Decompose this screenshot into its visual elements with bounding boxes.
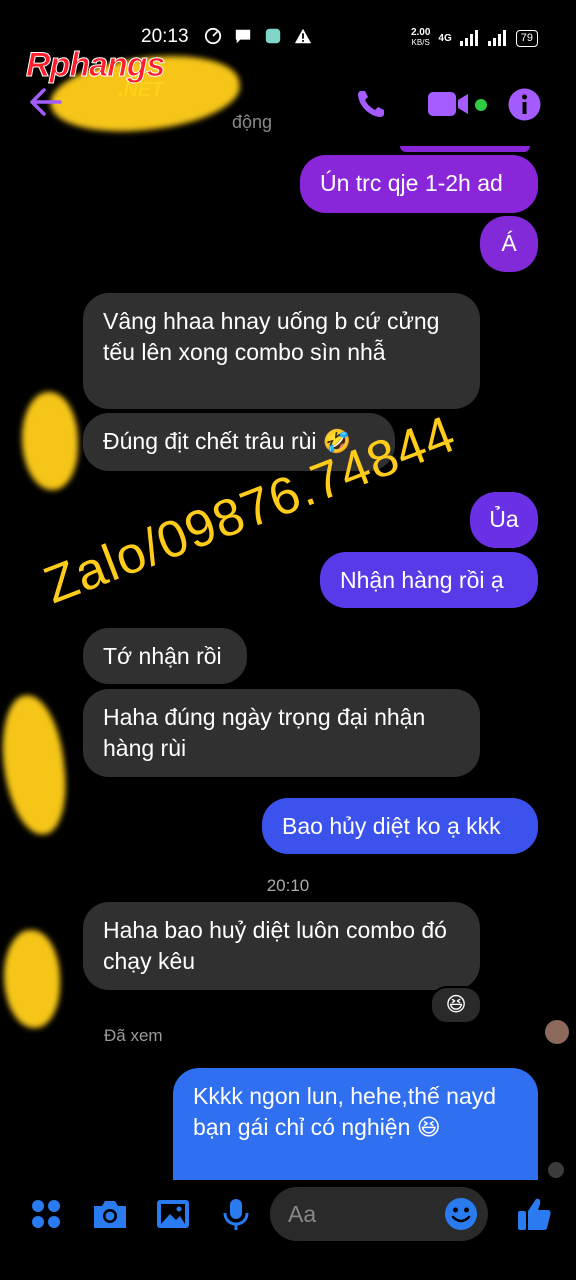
phone-icon[interactable] [355, 88, 387, 120]
emoji-icon[interactable] [444, 1197, 478, 1231]
net-speed-value: 2.00 [410, 27, 431, 38]
message-bubble-out[interactable]: Ủa [470, 492, 538, 548]
message-bubble-in[interactable]: Haha đúng ngày trọng đại nhận hàng rùi [83, 689, 480, 777]
microphone-icon[interactable] [222, 1198, 250, 1232]
chat-header: Rphangs .NET động [0, 45, 576, 143]
avatar-redaction [4, 930, 60, 1028]
menu-dots-icon[interactable] [30, 1198, 62, 1230]
chat-timestamp: 20:10 [266, 876, 310, 895]
message-text: Bao hủy diệt ko ạ kkk [282, 813, 501, 839]
avatar-redaction [0, 692, 72, 838]
message-reaction[interactable]: 😆 [430, 986, 482, 1024]
status-notification-icons [203, 27, 313, 45]
message-bubble-in[interactable]: Vâng hhaa hnay uống b cứ cửng tếu lên xo… [83, 293, 480, 409]
message-bubble-out[interactable]: Nhận hàng rồi ạ [320, 552, 538, 608]
message-bubble-out[interactable]: Bao hủy diệt ko ạ kkk [262, 798, 538, 854]
message-bubble-out[interactable]: Á [480, 216, 538, 272]
thumbs-up-icon[interactable] [516, 1196, 552, 1232]
logo-subtext: .NET [118, 79, 164, 101]
warning-icon [294, 28, 312, 44]
active-status: động [232, 112, 273, 132]
signal-icon [459, 30, 478, 46]
message-bubble-in[interactable]: Tớ nhận rồi [83, 628, 247, 684]
avatar-redaction [22, 392, 78, 490]
sender-avatar [548, 1162, 564, 1178]
message-text: Á [501, 230, 517, 256]
message-icon [235, 29, 251, 44]
seen-status: Đã xem [104, 1026, 163, 1045]
composer-bar: Aa [0, 1180, 576, 1250]
message-text: Nhận hàng rồi ạ [340, 567, 504, 593]
signal-icon-2 [487, 30, 506, 46]
message-bubble-out[interactable]: Kkkk ngon lun, hehe,thế nayd bạn gái chỉ… [173, 1068, 538, 1180]
network-type: 4G [438, 32, 452, 44]
seen-avatar [545, 1020, 569, 1044]
message-text: Haha đúng ngày trọng đại nhận hàng rùi [103, 704, 426, 761]
online-dot [475, 99, 487, 111]
status-right: 2.00 KB/S 4G 79 [411, 28, 538, 48]
back-arrow-icon[interactable] [30, 88, 62, 116]
net-speed: 2.00 KB/S [411, 28, 430, 48]
info-icon[interactable] [508, 88, 541, 121]
message-input[interactable]: Aa [270, 1187, 488, 1241]
message-text: Đúng địt chết trâu rùi 🤣 [103, 428, 352, 454]
message-bubble-out[interactable]: Ún trc qje 1-2h ad [300, 155, 538, 213]
message-bubble-in[interactable]: Haha bao huỷ diệt luôn combo đó chạy kêu [83, 902, 480, 990]
status-time: 20:13 [141, 26, 189, 47]
system-nav-area [0, 1250, 576, 1280]
watermark-logo: Rphangs .NET [25, 46, 165, 102]
message-text: Haha bao huỷ diệt luôn combo đó chạy kêu [103, 917, 447, 974]
message-input-placeholder: Aa [288, 1201, 317, 1227]
battery-indicator: 79 [515, 29, 538, 47]
net-speed-unit: KB/S [411, 38, 430, 47]
message-text: Kkkk ngon lun, hehe,thế nayd bạn gái chỉ… [193, 1083, 497, 1140]
speed-icon [204, 27, 222, 45]
previous-bubble-edge [400, 146, 530, 152]
message-text: Ún trc qje 1-2h ad [320, 170, 503, 196]
camera-icon[interactable] [92, 1198, 128, 1230]
message-text: Tớ nhận rồi [103, 643, 222, 669]
message-text: Ủa [489, 506, 519, 532]
video-icon[interactable] [428, 90, 470, 118]
gallery-icon[interactable] [156, 1198, 190, 1230]
message-text: Vâng hhaa hnay uống b cứ cửng tếu lên xo… [103, 308, 440, 365]
app-icon [265, 28, 281, 44]
